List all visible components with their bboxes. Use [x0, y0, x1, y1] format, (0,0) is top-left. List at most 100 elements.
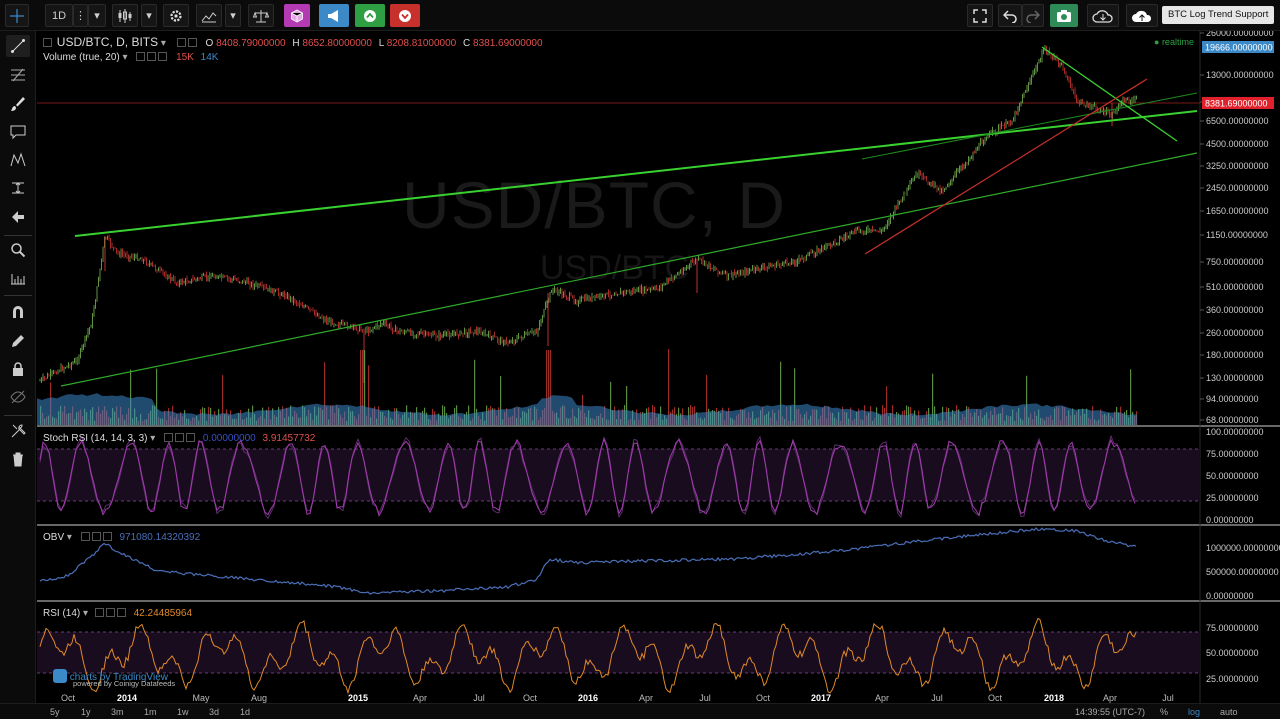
rsi-value: 42.24485964 [133, 608, 193, 619]
close-icon[interactable] [158, 52, 168, 61]
collapse-icon[interactable] [43, 38, 52, 47]
chevron-down-icon: ▾ [94, 10, 100, 22]
range-1m[interactable]: 1m [144, 707, 157, 717]
hide-drawings-tool[interactable] [6, 386, 30, 408]
close-icon[interactable] [116, 608, 126, 617]
eye-icon[interactable] [176, 38, 186, 47]
settings-button[interactable] [163, 4, 189, 27]
range-5y[interactable]: 5y [50, 707, 60, 717]
more-menu-button[interactable]: ⋮ [73, 4, 88, 27]
volume-bar [668, 349, 670, 425]
trendline-icon [11, 39, 25, 53]
auto-toggle[interactable]: auto [1220, 707, 1238, 717]
low-value: 8208.81000000 [386, 38, 457, 49]
close-value: 8381.69000000 [473, 38, 543, 49]
chevron-down-icon[interactable]: ▾ [123, 52, 128, 63]
crosshair-icon [10, 8, 24, 23]
eye-icon[interactable] [94, 608, 104, 617]
trendline-tool[interactable] [6, 35, 30, 57]
fullscreen-button[interactable] [967, 4, 993, 27]
buy-button[interactable] [355, 4, 385, 27]
arrow-tool[interactable] [6, 206, 30, 228]
magnet-tool[interactable] [6, 301, 30, 323]
templates-button[interactable] [284, 4, 310, 27]
range-3d[interactable]: 3d [209, 707, 219, 717]
load-layout-button[interactable] [1087, 4, 1119, 27]
chart-area[interactable]: USD/BTC, D USD/BTC 26000.00000000 13000.0… [37, 31, 1280, 703]
indicators-button[interactable] [196, 4, 222, 27]
settings-icon[interactable] [147, 52, 157, 61]
pattern-tool[interactable] [6, 149, 30, 171]
undo-button[interactable] [998, 4, 1022, 27]
announce-button[interactable] [319, 4, 349, 27]
last-price-label: 8381.69000000 [1205, 99, 1268, 109]
range-1w[interactable]: 1w [177, 707, 189, 717]
volume-ma-value: 14K [200, 52, 219, 63]
sell-button[interactable] [390, 4, 420, 27]
stoch-title[interactable]: Stoch RSI (14, 14, 3, 3) [43, 433, 148, 444]
rsi-legend: RSI (14) ▾ 42.24485964 [43, 608, 192, 619]
low-label: L [378, 38, 384, 49]
interval-dropdown[interactable]: ▾ [88, 4, 106, 27]
settings-icon[interactable] [91, 532, 101, 541]
chevron-down-icon[interactable]: ▾ [67, 532, 72, 543]
range-1y[interactable]: 1y [81, 707, 91, 717]
snapshot-button[interactable] [1050, 4, 1078, 27]
chart-style-button[interactable] [112, 4, 138, 27]
symbol-title[interactable]: USD/BTC, D, BITS [57, 35, 158, 49]
price-tick-label: 750.00000000 [1206, 257, 1264, 267]
cloud-icon [1092, 9, 1113, 23]
save-layout-button[interactable] [1126, 4, 1158, 27]
rsi-tick-label: 75.00000000 [1206, 623, 1259, 633]
price-tick-label: 68.00000000 [1206, 415, 1259, 425]
delete-button[interactable] [6, 448, 30, 470]
percent-toggle[interactable]: % [1160, 707, 1168, 717]
measure-tool[interactable] [6, 177, 30, 199]
range-1d[interactable]: 1d [240, 707, 250, 717]
stay-drawing-tool[interactable] [6, 330, 30, 352]
settings-icon[interactable] [105, 608, 115, 617]
trash-icon [13, 452, 23, 467]
interval-button[interactable]: 1D [45, 4, 73, 27]
top-toolbar: 1D ⋮ ▾ ▾ ▾ BTC Log Trend Support [0, 0, 1280, 31]
settings-icon[interactable] [175, 433, 185, 442]
indicators-dropdown[interactable]: ▾ [225, 4, 241, 27]
stoch-tick-label: 0.00000000 [1206, 515, 1254, 525]
top-price-label: 19666.00000000 [1205, 43, 1273, 53]
volume-title[interactable]: Volume (true, 20) [43, 52, 120, 63]
range-3m[interactable]: 3m [111, 707, 124, 717]
arrow-up-circle-icon [364, 9, 376, 22]
close-icon[interactable] [102, 532, 112, 541]
chevron-down-icon: ▾ [230, 10, 236, 22]
log-toggle[interactable]: log [1188, 707, 1200, 717]
eye-icon[interactable] [164, 433, 174, 442]
remove-tools-button[interactable] [6, 420, 30, 442]
zoom-tool[interactable] [6, 239, 30, 261]
chevron-down-icon[interactable]: ▾ [150, 433, 155, 444]
close-label: C [463, 38, 471, 49]
price-tick-label: 94.00000000 [1206, 394, 1259, 404]
chevron-down-icon[interactable]: ▾ [161, 38, 166, 49]
brush-tool[interactable] [6, 93, 30, 115]
redo-icon [1026, 9, 1040, 23]
time-axis-label: Jul [699, 693, 711, 703]
compare-button[interactable] [248, 4, 274, 27]
chart-style-dropdown[interactable]: ▾ [141, 4, 157, 27]
chevron-down-icon[interactable]: ▾ [83, 608, 88, 619]
close-icon[interactable] [186, 433, 196, 442]
rsi-title[interactable]: RSI (14) [43, 608, 80, 619]
text-tool[interactable] [6, 121, 30, 143]
time-axis-label: Apr [875, 693, 889, 703]
lock-tool[interactable] [6, 358, 30, 380]
obv-title[interactable]: OBV [43, 532, 64, 543]
eye-icon[interactable] [136, 52, 146, 61]
fib-tool[interactable] [6, 64, 30, 86]
redo-button[interactable] [1022, 4, 1044, 27]
crosshair-tool-button[interactable] [5, 4, 29, 27]
settings-icon[interactable] [187, 38, 197, 47]
eye-icon[interactable] [80, 532, 90, 541]
ruler-tool[interactable] [6, 268, 30, 290]
zoom-icon [11, 243, 26, 258]
time-axis-label: 2015 [348, 693, 368, 703]
obv-tick-label: 500000.00000000 [1206, 567, 1279, 577]
